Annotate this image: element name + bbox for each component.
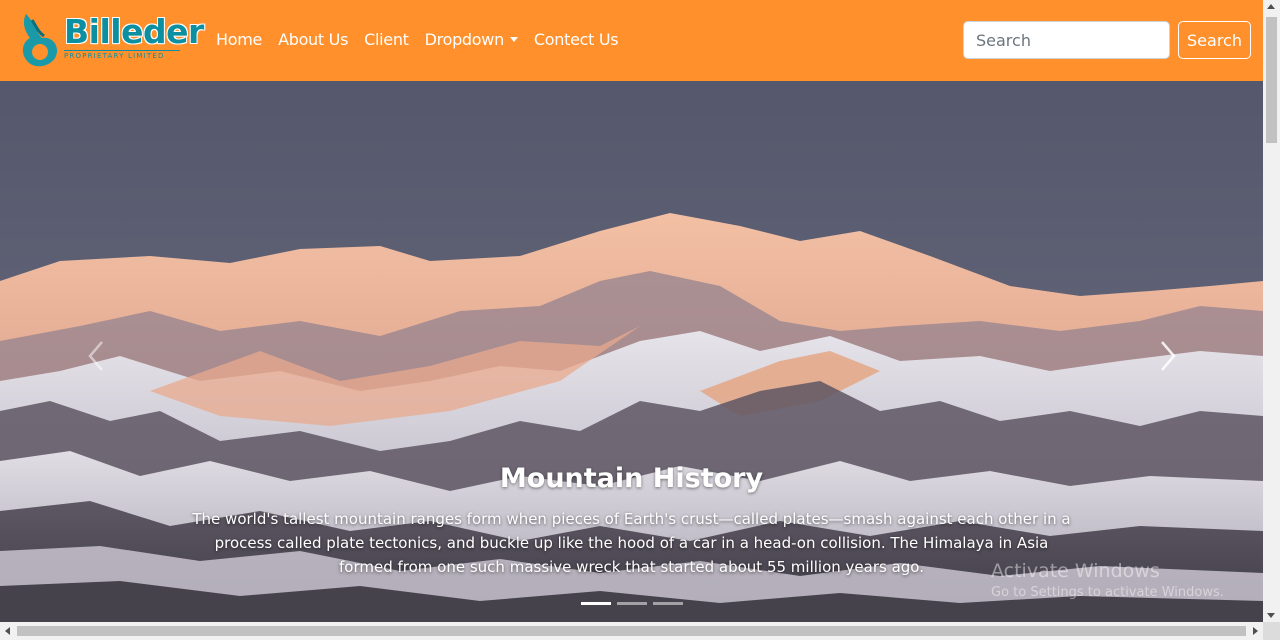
chevron-left-icon — [88, 341, 103, 371]
carousel-indicators — [581, 602, 683, 605]
nav-link-about-us[interactable]: About Us — [278, 28, 348, 52]
watermark-subtitle: Go to Settings to activate Windows. — [991, 585, 1224, 600]
scroll-down-icon[interactable] — [1267, 613, 1275, 618]
hero-carousel: Mountain History The world's tallest mou… — [0, 81, 1263, 622]
carousel-next-button[interactable] — [1152, 336, 1182, 376]
caret-down-icon — [509, 37, 518, 42]
nav-link-home[interactable]: Home — [216, 28, 262, 52]
nav-link-client[interactable]: Client — [364, 28, 409, 52]
horizontal-scroll-thumb[interactable] — [17, 626, 1246, 636]
scroll-up-icon[interactable] — [1267, 4, 1275, 9]
carousel-prev-button[interactable] — [82, 336, 112, 376]
carousel-indicator-3[interactable] — [653, 602, 683, 605]
brand-subtitle: PROPRIETARY LIMITED — [64, 50, 180, 60]
scrollbar-corner — [1263, 622, 1280, 640]
scroll-right-icon[interactable] — [1253, 627, 1258, 635]
logo-mark-icon — [22, 14, 58, 67]
carousel-indicator-1[interactable] — [581, 602, 611, 605]
slide-title: Mountain History — [499, 463, 764, 494]
vertical-scrollbar[interactable] — [1263, 0, 1280, 622]
brand-logo[interactable]: Billeder PROPRIETARY LIMITED — [18, 12, 204, 68]
scroll-left-icon[interactable] — [5, 627, 10, 635]
chevron-right-icon — [1161, 341, 1176, 371]
horizontal-scrollbar[interactable] — [0, 622, 1263, 640]
nav-dropdown-label: Dropdown — [424, 30, 505, 49]
watermark-title: Activate Windows — [991, 560, 1160, 582]
vertical-scroll-thumb[interactable] — [1266, 17, 1277, 143]
navbar: Billeder PROPRIETARY LIMITED Home About … — [0, 0, 1263, 81]
nav-dropdown-toggle[interactable]: Dropdown — [425, 28, 518, 52]
activate-windows-watermark: Activate Windows Go to Settings to activ… — [991, 558, 1224, 602]
slide-caption: Mountain History The world's tallest mou… — [130, 461, 1133, 579]
carousel-indicator-2[interactable] — [617, 602, 647, 605]
brand-name: Billeder — [64, 12, 204, 51]
nav-link-contact-us[interactable]: Contect Us — [534, 28, 619, 52]
slide-text: The world's tallest mountain ranges form… — [192, 510, 1071, 576]
search-input[interactable] — [963, 21, 1170, 59]
search-button[interactable]: Search — [1178, 21, 1251, 59]
nav-links: Home About Us Client Dropdown Contect Us — [216, 28, 619, 52]
